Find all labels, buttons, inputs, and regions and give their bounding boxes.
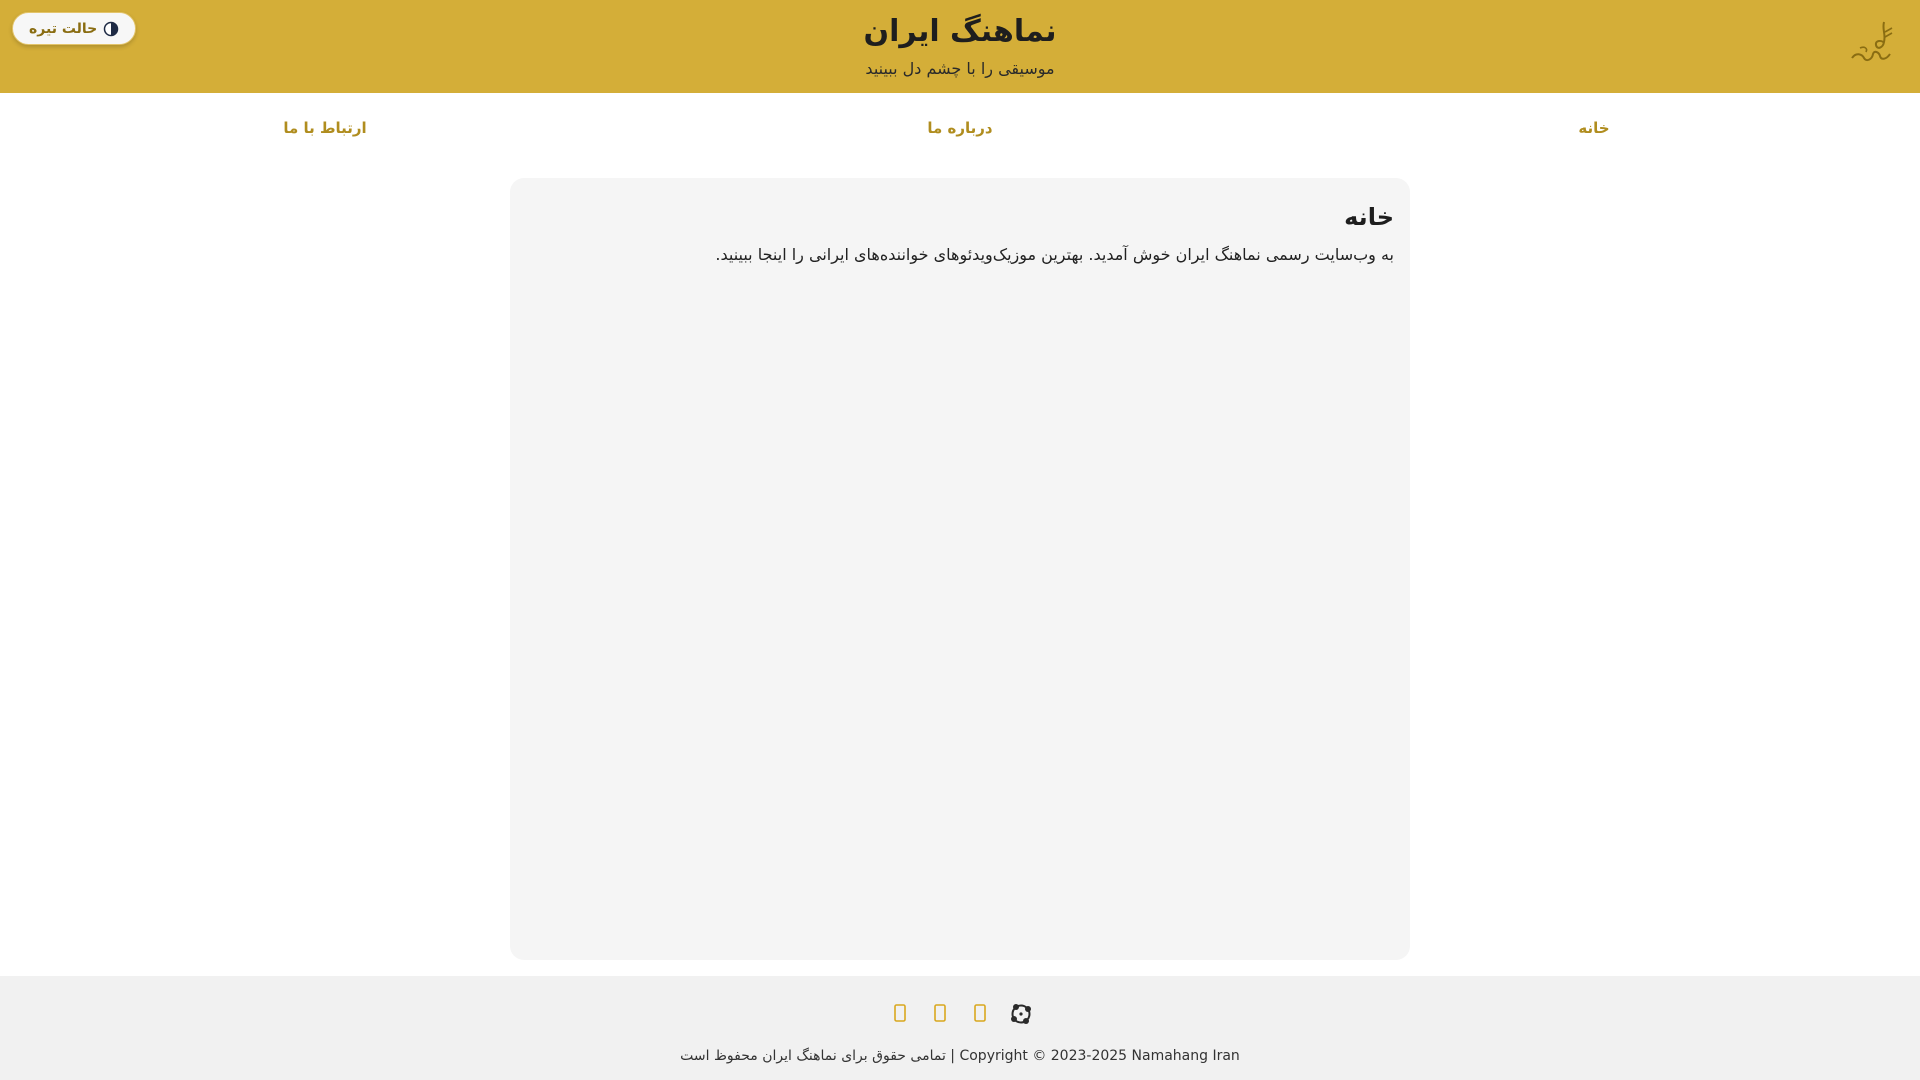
page-title: خانه	[1344, 203, 1394, 231]
main-navigation: خانه درباره ما ارتباط با ما	[0, 93, 1920, 163]
nav-item-contact[interactable]: ارتباط با ما	[283, 119, 366, 137]
site-subtitle: موسیقی را با چشم دل ببینید	[865, 59, 1055, 78]
main-content-card: خانه به وب‌سایت رسمی نماهنگ ایران خوش آم…	[510, 178, 1410, 960]
social-links	[0, 1002, 1920, 1024]
dark-mode-toggle-label: حالت تیره	[29, 20, 98, 37]
site-footer: Copyright © 2023-2025 Namahang Iran | تم…	[0, 976, 1920, 1080]
nav-item-about[interactable]: درباره ما	[927, 119, 992, 137]
half-circle-contrast-icon	[103, 21, 119, 37]
site-header: نماهنگ ایران موسیقی را با چشم دل ببینید …	[0, 0, 1920, 93]
site-title: نماهنگ ایران	[863, 14, 1057, 49]
welcome-text: به وب‌سایت رسمی نماهنگ ایران خوش آمدید. …	[715, 245, 1394, 264]
dark-mode-toggle-button[interactable]: حالت تیره	[12, 12, 137, 45]
copyright-text: Copyright © 2023-2025 Namahang Iran | تم…	[680, 1048, 1240, 1064]
brand-block: نماهنگ ایران موسیقی را با چشم دل ببینید	[0, 14, 1920, 78]
generic-social-icon[interactable]	[889, 1002, 911, 1024]
aparat-icon[interactable]	[1009, 1002, 1031, 1024]
generic-social-icon[interactable]	[929, 1002, 951, 1024]
generic-social-icon[interactable]	[969, 1002, 991, 1024]
nav-item-home[interactable]: خانه	[1578, 119, 1609, 137]
